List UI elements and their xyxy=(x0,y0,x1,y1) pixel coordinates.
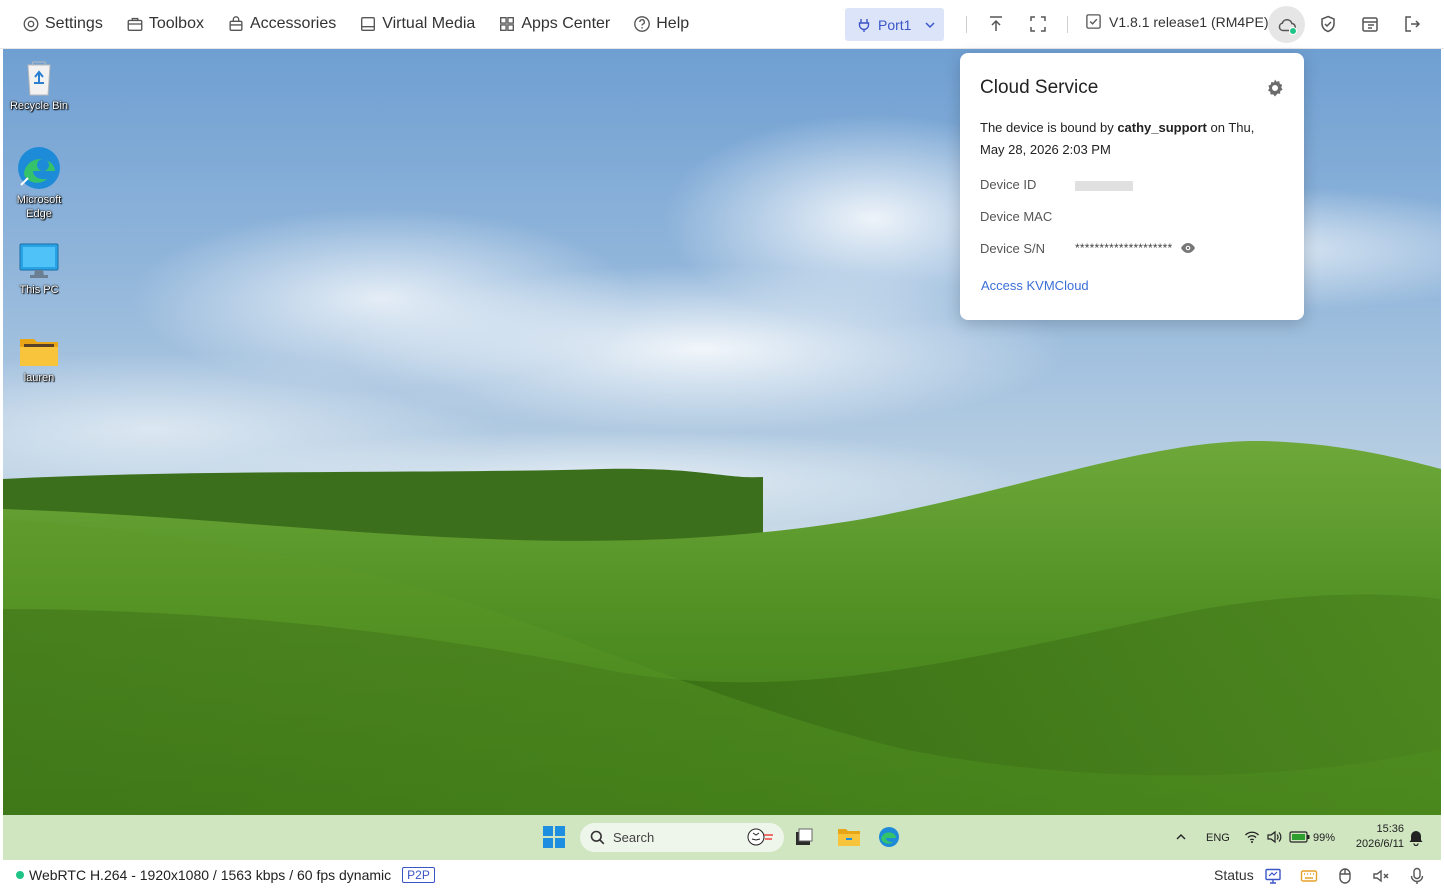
keyboard-icon[interactable] xyxy=(1298,865,1320,887)
tray-language[interactable]: ENG xyxy=(1206,815,1230,860)
device-id-label: Device ID xyxy=(980,177,1037,192)
version-check-icon xyxy=(1086,14,1101,29)
file-explorer-icon[interactable] xyxy=(837,826,861,848)
logout-icon[interactable] xyxy=(1400,12,1424,36)
toolbar-divider xyxy=(1067,16,1068,33)
stream-info-label: WebRTC H.264 - 1920x1080 / 1563 kbps / 6… xyxy=(29,867,392,883)
folder-icon xyxy=(20,339,58,366)
battery-level: 99% xyxy=(1313,815,1335,860)
virtual-media-icon xyxy=(361,17,376,31)
top-toolbar: Settings Toolbox Accessories Virtual Med… xyxy=(0,0,1444,49)
tray-clock[interactable]: 15:36 2026/6/11 xyxy=(1346,822,1404,852)
desktop-icon-lauren[interactable]: lauren xyxy=(4,333,74,385)
accessories-bag-icon xyxy=(229,16,243,31)
search-highlight-ball-icon xyxy=(747,828,773,846)
menu-settings[interactable]: Settings xyxy=(22,15,103,33)
speaker-muted-icon[interactable] xyxy=(1370,865,1392,887)
battery-label: 99% xyxy=(1313,831,1336,844)
wifi-icon[interactable] xyxy=(1244,829,1260,845)
chevron-down-icon xyxy=(925,21,935,28)
microphone-icon[interactable] xyxy=(1406,865,1428,887)
desktop-icon-label: lauren xyxy=(23,372,55,384)
version-info[interactable]: V1.8.1 release1 (RM4PE) xyxy=(1085,13,1269,30)
binding-description: The device is bound by cathy_support on … xyxy=(980,117,1280,161)
port-select[interactable]: Port1 xyxy=(845,8,944,41)
upload-arrow-icon[interactable] xyxy=(984,12,1008,36)
menu-virtual-media-label: Virtual Media xyxy=(382,15,476,32)
device-sn-value: ******************** xyxy=(1075,241,1173,255)
menu-settings-label: Settings xyxy=(45,15,103,32)
menu-apps-center-label: Apps Center xyxy=(521,15,611,32)
device-sn-label: Device S/N xyxy=(980,241,1046,256)
recycle-bin-icon xyxy=(27,61,51,96)
desktop-icon-edge[interactable]: Microsoft Edge xyxy=(4,145,74,221)
search-placeholder: Search xyxy=(613,830,655,845)
desktop-icon-label: Microsoft Edge xyxy=(16,194,62,220)
clock-date: 2026/6/11 xyxy=(1355,838,1404,850)
clock-time: 15:36 xyxy=(1376,823,1404,835)
desktop-icon-this-pc[interactable]: This PC xyxy=(4,241,74,297)
desktop-icon-label: Recycle Bin xyxy=(9,100,69,112)
access-kvmcloud-link[interactable]: Access KVMCloud xyxy=(981,278,1089,293)
toolbar-divider xyxy=(966,16,967,33)
online-status-dot xyxy=(1289,27,1297,35)
volume-icon[interactable] xyxy=(1266,829,1282,845)
menu-accessories[interactable]: Accessories xyxy=(227,15,336,33)
cloud-service-button[interactable] xyxy=(1268,6,1305,43)
search-icon xyxy=(590,830,605,845)
menu-help-label: Help xyxy=(656,15,690,32)
menu-toolbox-label: Toolbox xyxy=(148,15,204,32)
notification-bell-icon[interactable] xyxy=(1408,828,1424,847)
popup-title: Cloud Service xyxy=(980,77,1099,98)
stream-info: WebRTC H.264 - 1920x1080 / 1563 kbps / 6… xyxy=(16,867,435,883)
gear-icon[interactable] xyxy=(1265,78,1285,98)
menu-apps-center[interactable]: Apps Center xyxy=(498,15,610,33)
device-id-value xyxy=(1075,179,1133,194)
device-sn-row: ******************** xyxy=(1075,241,1196,255)
shield-check-icon[interactable] xyxy=(1316,12,1340,36)
apps-grid-icon xyxy=(500,17,515,31)
menu-help[interactable]: Help xyxy=(633,15,689,33)
desktop-icon-label: This PC xyxy=(19,284,59,296)
settings-gear-icon xyxy=(23,16,39,32)
help-circle-icon xyxy=(634,16,651,32)
p2p-badge: P2P xyxy=(402,867,435,883)
port-label: Port1 xyxy=(878,16,912,33)
mouse-icon[interactable] xyxy=(1334,865,1356,887)
cloud-service-popup: Cloud Service The device is bound by cat… xyxy=(960,53,1304,320)
version-label: V1.8.1 release1 (RM4PE) xyxy=(1109,13,1269,30)
taskbar-search-box[interactable]: Search xyxy=(580,823,784,852)
fullscreen-icon[interactable] xyxy=(1026,12,1050,36)
menu-toolbox[interactable]: Toolbox xyxy=(126,15,204,33)
masked-value xyxy=(1075,181,1133,191)
taskbar-edge-icon[interactable] xyxy=(878,826,900,848)
screen-status-icon[interactable] xyxy=(1262,865,1284,887)
windows-start-icon[interactable] xyxy=(543,826,565,848)
tray-language-label: ENG xyxy=(1206,831,1230,844)
bottom-status-bar: WebRTC H.264 - 1920x1080 / 1563 kbps / 6… xyxy=(0,860,1444,891)
device-mac-label: Device MAC xyxy=(980,209,1053,224)
menu-accessories-label: Accessories xyxy=(249,15,337,32)
connection-status-dot xyxy=(16,871,24,879)
task-view-icon[interactable] xyxy=(794,827,814,847)
bound-user: cathy_support xyxy=(1117,120,1207,135)
windows-taskbar: Search ENG 99% 15:36 2026/6/11 xyxy=(3,815,1441,860)
tray-chevron-up-icon[interactable] xyxy=(1174,830,1188,844)
binding-prefix: The device is bound by xyxy=(980,120,1118,135)
browser-window-icon[interactable] xyxy=(1358,12,1382,36)
edge-icon xyxy=(18,147,60,189)
battery-icon[interactable] xyxy=(1289,830,1311,844)
main-menu: Settings Toolbox Accessories Virtual Med… xyxy=(0,0,712,48)
port-plug-icon xyxy=(858,18,870,32)
eye-icon[interactable] xyxy=(1180,242,1196,254)
toolbox-icon xyxy=(127,17,143,31)
desktop-icon-recycle-bin[interactable]: Recycle Bin xyxy=(4,57,74,113)
status-label: Status xyxy=(1214,867,1254,883)
monitor-icon xyxy=(19,243,59,278)
menu-virtual-media[interactable]: Virtual Media xyxy=(359,15,475,33)
